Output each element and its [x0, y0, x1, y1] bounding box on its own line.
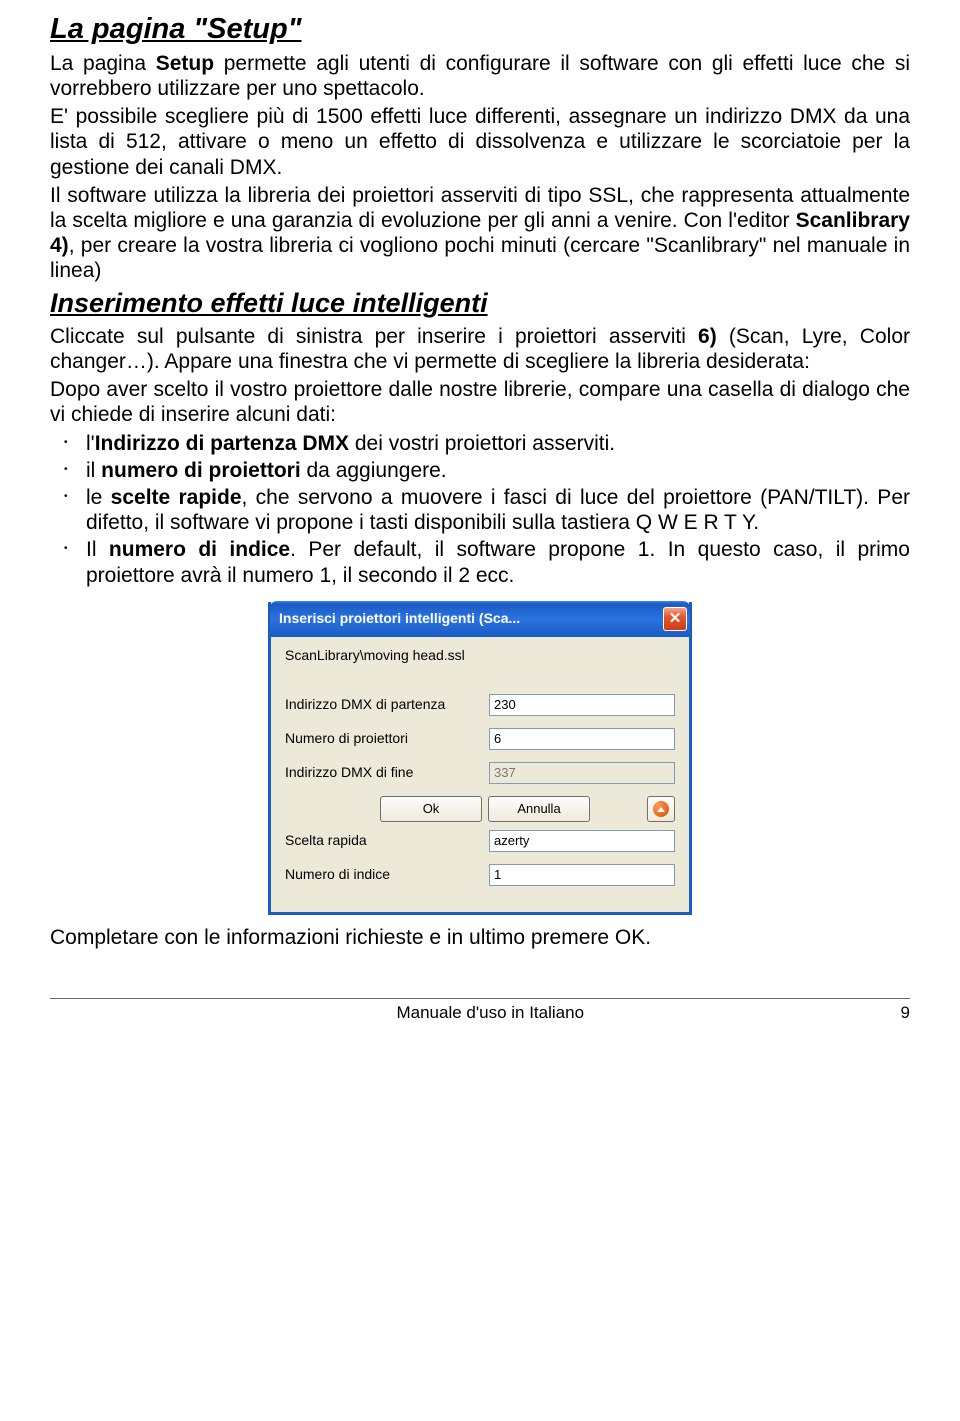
bullet-list: l'Indirizzo di partenza DMX dei vostri p…	[50, 431, 910, 588]
text: l'	[86, 432, 95, 455]
row-index: Numero di indice	[285, 864, 675, 886]
label-num-proj: Numero di proiettori	[285, 730, 489, 747]
input-dmx-start[interactable]	[489, 694, 675, 716]
bold-numero-indice: numero di indice	[109, 538, 290, 561]
dialog-path: ScanLibrary\moving head.ssl	[285, 647, 675, 664]
para-6: Completare con le informazioni richieste…	[50, 925, 910, 950]
dialog-body: ScanLibrary\moving head.ssl Indirizzo DM…	[271, 637, 689, 912]
list-item: il numero di proiettori da aggiungere.	[86, 458, 910, 483]
row-dmx-end: Indirizzo DMX di fine	[285, 762, 675, 784]
chevron-up-icon	[653, 801, 669, 817]
button-row: Ok Annulla	[380, 796, 675, 822]
close-button[interactable]: ✕	[663, 607, 687, 631]
heading-setup: La pagina "Setup"	[50, 12, 910, 47]
list-item: l'Indirizzo di partenza DMX dei vostri p…	[86, 431, 910, 456]
row-shortcut: Scelta rapida	[285, 830, 675, 852]
bold-6: 6)	[698, 325, 717, 348]
input-shortcut[interactable]	[489, 830, 675, 852]
input-num-proj[interactable]	[489, 728, 675, 750]
para-2: E' possibile scegliere più di 1500 effet…	[50, 104, 910, 180]
text: La pagina	[50, 52, 156, 75]
label-index: Numero di indice	[285, 866, 489, 883]
text: Il	[86, 538, 109, 561]
bold-numero-proiettori: numero di proiettori	[101, 459, 301, 482]
footer-rule	[50, 998, 910, 999]
input-index[interactable]	[489, 864, 675, 886]
label-shortcut: Scelta rapida	[285, 832, 489, 849]
text: le	[86, 486, 111, 509]
row-dmx-start: Indirizzo DMX di partenza	[285, 694, 675, 716]
ok-button[interactable]: Ok	[380, 796, 482, 822]
cancel-button[interactable]: Annulla	[488, 796, 590, 822]
dialog-window: Inserisci proiettori intelligenti (Sca..…	[268, 602, 692, 915]
para-1: La pagina Setup permette agli utenti di …	[50, 51, 910, 101]
bold-scelte-rapide: scelte rapide	[111, 486, 242, 509]
text: Il software utilizza la libreria dei pro…	[50, 184, 910, 232]
dialog-title: Inserisci proiettori intelligenti (Sca..…	[279, 610, 520, 627]
input-dmx-end	[489, 762, 675, 784]
heading-inserimento: Inserimento effetti luce intelligenti	[50, 287, 910, 319]
bold-indirizzo-dmx: Indirizzo di partenza DMX	[95, 432, 349, 455]
list-item: Il numero di indice. Per default, il sof…	[86, 537, 910, 587]
label-dmx-start: Indirizzo DMX di partenza	[285, 696, 489, 713]
text: , per creare la vostra libreria ci vogli…	[50, 234, 910, 282]
text: da aggiungere.	[301, 459, 447, 482]
bold-setup: Setup	[156, 52, 214, 75]
list-item: le scelte rapide, che servono a muovere …	[86, 485, 910, 535]
dialog-screenshot: Inserisci proiettori intelligenti (Sca..…	[50, 602, 910, 915]
row-num-proj: Numero di proiettori	[285, 728, 675, 750]
para-5: Dopo aver scelto il vostro proiettore da…	[50, 377, 910, 427]
text: Cliccate sul pulsante di sinistra per in…	[50, 325, 698, 348]
para-3: Il software utilizza la libreria dei pro…	[50, 183, 910, 284]
close-icon: ✕	[669, 610, 682, 628]
footer-text: Manuale d'uso in Italiano	[80, 1003, 901, 1023]
page-number: 9	[901, 1003, 910, 1023]
para-4: Cliccate sul pulsante di sinistra per in…	[50, 324, 910, 374]
expand-button[interactable]	[647, 796, 675, 822]
text: dei vostri proiettori asserviti.	[349, 432, 615, 455]
page-footer: Manuale d'uso in Italiano 9	[50, 1003, 910, 1023]
dialog-titlebar[interactable]: Inserisci proiettori intelligenti (Sca..…	[270, 601, 690, 637]
label-dmx-end: Indirizzo DMX di fine	[285, 764, 489, 781]
text: il	[86, 459, 101, 482]
